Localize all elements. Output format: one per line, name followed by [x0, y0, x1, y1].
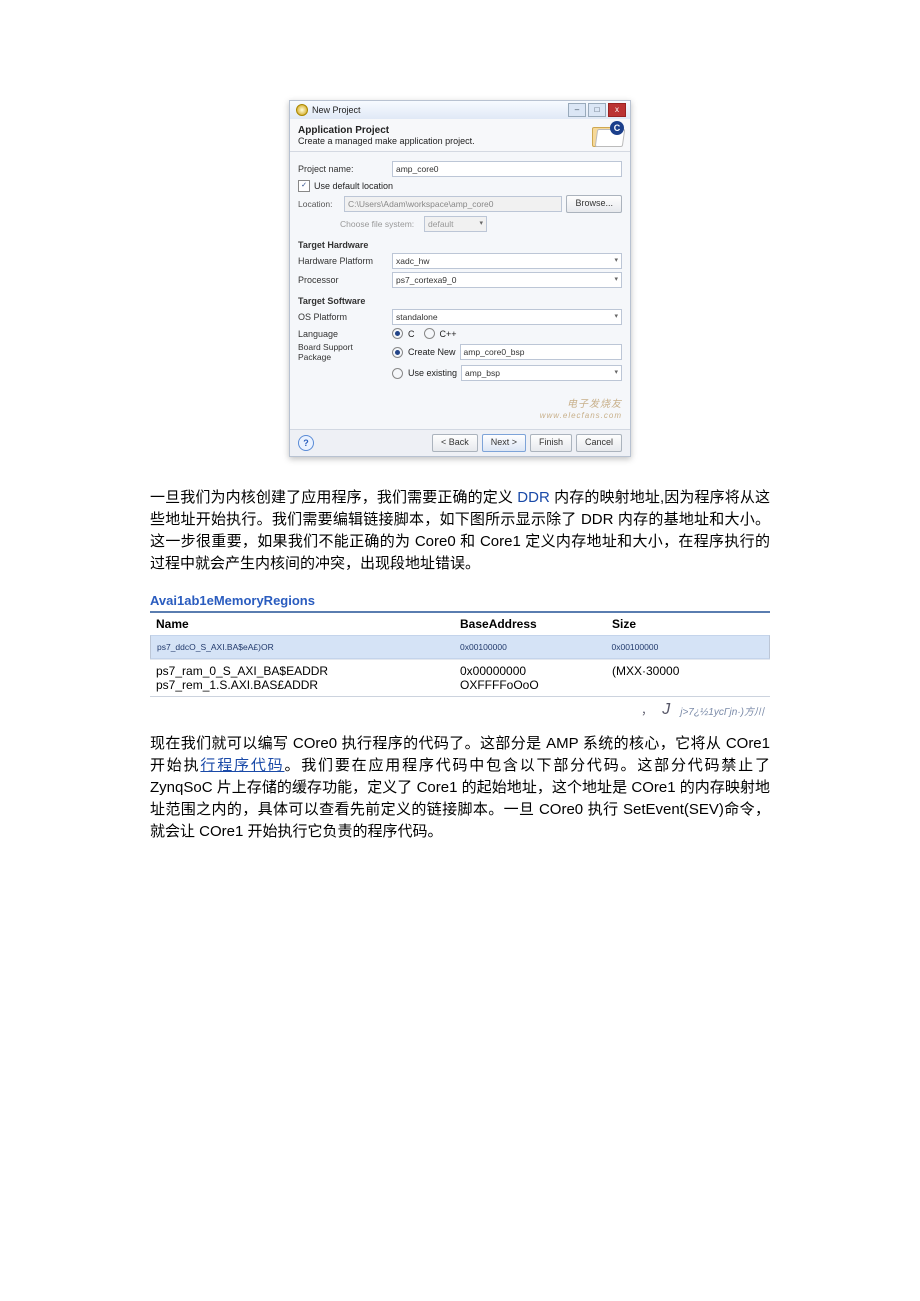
- os-platform-select[interactable]: standalone▾: [392, 309, 622, 325]
- memory-regions-title: Avai1ab1eMemoryRegions: [150, 593, 770, 608]
- location-input: C:\Users\Adam\workspace\amp_core0: [344, 196, 562, 212]
- choose-fs-select: default▾: [424, 216, 487, 232]
- lang-cpp-radio[interactable]: [424, 328, 435, 339]
- chevron-down-icon: ▾: [479, 217, 483, 231]
- os-platform-label: OS Platform: [298, 312, 388, 322]
- project-name-label: Project name:: [298, 164, 388, 174]
- col-base: BaseAddress: [460, 617, 612, 631]
- app-icon: [296, 104, 308, 116]
- plus-icon: J: [662, 701, 670, 719]
- browse-button[interactable]: Browse...: [566, 195, 622, 213]
- use-default-location-checkbox[interactable]: ✓: [298, 180, 310, 192]
- help-button[interactable]: ?: [298, 435, 314, 451]
- lang-c-radio[interactable]: [392, 328, 403, 339]
- use-default-location-label: Use default location: [314, 181, 393, 191]
- project-name-input[interactable]: amp_core0: [392, 161, 622, 177]
- close-button[interactable]: x: [608, 103, 626, 117]
- bsp-create-input[interactable]: amp_core0_bsp: [460, 344, 622, 360]
- table-row[interactable]: ps7_ddcO_S_AXI.BA$eA£)OR 0x00100000 0x00…: [150, 635, 770, 659]
- minimize-button[interactable]: –: [568, 103, 586, 117]
- dialog-header: Application Project Create a managed mak…: [290, 119, 630, 152]
- maximize-button[interactable]: □: [588, 103, 606, 117]
- location-label: Location:: [298, 199, 340, 209]
- hw-platform-select[interactable]: xadc_hw▾: [392, 253, 622, 269]
- header-subtitle: Create a managed make application projec…: [298, 136, 475, 146]
- folder-c-icon: C: [592, 123, 622, 147]
- next-button[interactable]: Next >: [482, 434, 526, 452]
- paragraph-1: 一旦我们为内核创建了应用程序，我们需要正确的定义 DDR 内存的映射地址,因为程…: [150, 487, 770, 575]
- chevron-down-icon: ▾: [614, 273, 618, 287]
- chevron-down-icon: ▾: [614, 254, 618, 268]
- hw-platform-label: Hardware Platform: [298, 256, 388, 266]
- titlebar: New Project – □ x: [290, 101, 630, 119]
- col-name: Name: [156, 617, 460, 631]
- chevron-down-icon: ▾: [614, 366, 618, 380]
- target-hardware-section: Target Hardware: [298, 240, 622, 250]
- processor-label: Processor: [298, 275, 388, 285]
- paragraph-2: 现在我们就可以编写 COre0 执行程序的代码了。这部分是 AMP 系统的核心，…: [150, 733, 770, 843]
- language-label: Language: [298, 329, 388, 339]
- col-size: Size: [612, 617, 764, 631]
- bsp-label: Board Support Package: [298, 342, 388, 362]
- back-button[interactable]: < Back: [432, 434, 478, 452]
- table-row[interactable]: ps7_ram_0_S_AXI_BA$EADDR ps7_rem_1.S.AXI…: [150, 659, 770, 696]
- cancel-button[interactable]: Cancel: [576, 434, 622, 452]
- processor-select[interactable]: ps7_cortexa9_0▾: [392, 272, 622, 288]
- program-code-link[interactable]: 行程序代码: [200, 757, 284, 774]
- finish-button[interactable]: Finish: [530, 434, 572, 452]
- ddr-keyword: DDR: [517, 489, 550, 506]
- watermark: 电子发烧友 www.elecfans.com: [298, 395, 622, 421]
- window-title: New Project: [312, 105, 361, 115]
- choose-fs-label: Choose file system:: [340, 219, 420, 229]
- memory-regions-table: Name BaseAddress Size ps7_ddcO_S_AXI.BA$…: [150, 611, 770, 723]
- bsp-create-radio[interactable]: [392, 347, 403, 358]
- header-title: Application Project: [298, 125, 389, 136]
- bsp-existing-select[interactable]: amp_bsp▾: [461, 365, 622, 381]
- new-project-dialog: New Project – □ x Application Project Cr…: [289, 100, 631, 457]
- target-software-section: Target Software: [298, 296, 622, 306]
- table-footer: ， J j>7¿½1ycΓjn·)方川: [150, 696, 770, 723]
- bsp-existing-radio[interactable]: [392, 368, 403, 379]
- chevron-down-icon: ▾: [614, 310, 618, 324]
